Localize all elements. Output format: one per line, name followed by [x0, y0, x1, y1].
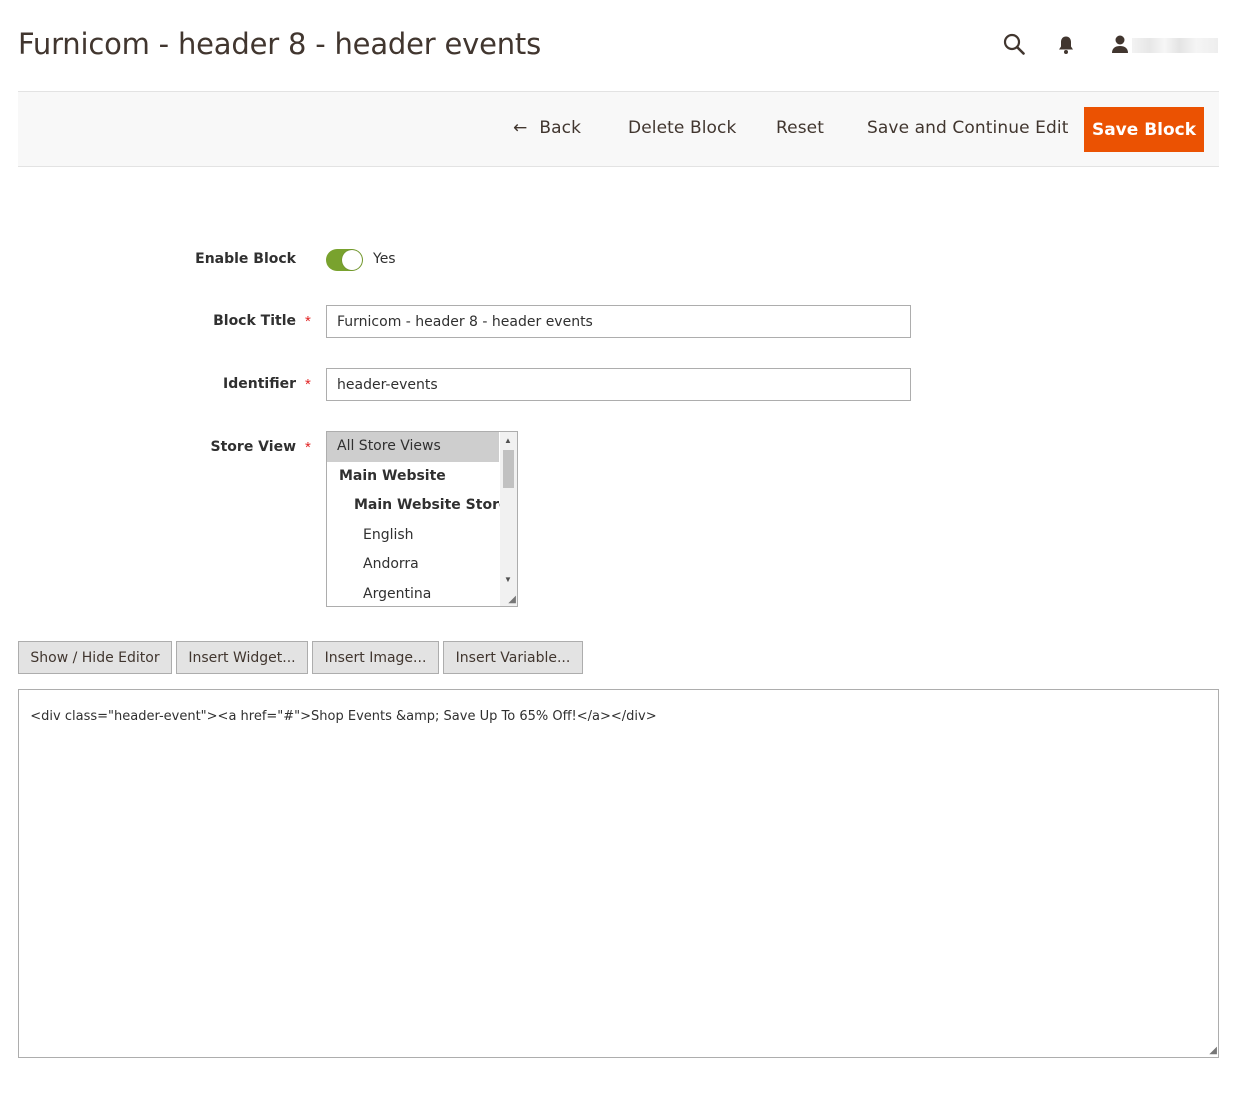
insert-variable-button[interactable]: Insert Variable...	[443, 641, 583, 674]
required-asterisk: *	[305, 376, 311, 393]
header-actions	[1000, 32, 1220, 60]
scroll-thumb[interactable]	[503, 450, 514, 488]
enable-block-label: Enable Block	[195, 251, 296, 267]
resize-handle-icon[interactable]: ◢	[508, 595, 516, 605]
search-icon[interactable]	[1002, 32, 1026, 61]
store-view-option[interactable]: Andorra	[327, 550, 499, 580]
block-title-label: Block Title	[213, 313, 296, 329]
delete-block-button[interactable]: Delete Block	[628, 118, 736, 138]
required-asterisk: *	[305, 313, 311, 330]
reset-button[interactable]: Reset	[776, 118, 824, 138]
save-block-button[interactable]: Save Block	[1084, 107, 1204, 152]
store-view-option[interactable]: English	[327, 521, 499, 551]
store-view-option[interactable]: Main Website Store	[327, 491, 508, 521]
resize-handle-icon[interactable]: ◢	[1209, 1046, 1217, 1056]
save-and-continue-button[interactable]: Save and Continue Edit	[867, 118, 1069, 138]
store-view-option[interactable]: All Store Views	[327, 432, 499, 462]
enable-block-toggle[interactable]	[326, 249, 363, 271]
insert-image-button[interactable]: Insert Image...	[312, 641, 439, 674]
identifier-input[interactable]	[326, 368, 911, 401]
scroll-up-icon[interactable]: ▲	[504, 436, 512, 445]
back-button-label: Back	[539, 118, 582, 138]
arrow-left-icon: ←	[513, 118, 528, 138]
store-view-multiselect[interactable]: All Store Views Main Website Main Websit…	[326, 431, 518, 607]
required-asterisk: *	[305, 439, 311, 456]
user-name[interactable]	[1132, 38, 1218, 53]
block-title-input[interactable]	[326, 305, 911, 338]
page-title: Furnicom - header 8 - header events	[18, 27, 541, 61]
back-button[interactable]: ← Back	[513, 118, 581, 138]
content-textarea[interactable]: <div class="header-event"><a href="#">Sh…	[18, 689, 1219, 1058]
page-actions-toolbar: ← Back Delete Block Reset Save and Contin…	[18, 91, 1219, 167]
scroll-down-icon[interactable]: ▼	[504, 575, 512, 584]
scrollbar[interactable]: ▲ ▼	[500, 432, 517, 606]
store-view-option[interactable]: Main Website	[327, 462, 499, 492]
user-icon[interactable]	[1110, 34, 1130, 59]
store-view-option[interactable]: Argentina	[327, 580, 499, 607]
enable-block-value: Yes	[373, 251, 396, 267]
bell-icon[interactable]	[1057, 35, 1075, 60]
insert-widget-button[interactable]: Insert Widget...	[176, 641, 308, 674]
toggle-knob	[342, 250, 362, 270]
store-view-label: Store View	[210, 439, 296, 455]
content-text: <div class="header-event"><a href="#">Sh…	[30, 709, 657, 724]
show-hide-editor-button[interactable]: Show / Hide Editor	[18, 641, 172, 674]
identifier-label: Identifier	[223, 376, 296, 392]
